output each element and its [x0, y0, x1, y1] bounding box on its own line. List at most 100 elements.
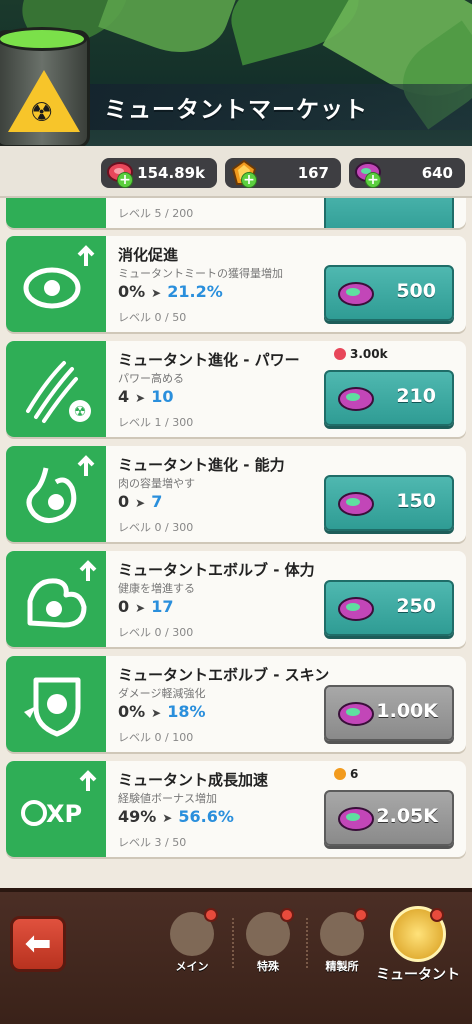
- nav-tab-special[interactable]: 特殊: [236, 906, 300, 992]
- mutant-meat-icon: [338, 807, 374, 831]
- upgrade-next-value: 18%: [167, 702, 206, 721]
- upgrade-buy-button[interactable]: [324, 198, 454, 228]
- upgrade-name: ミュータントエボルブ - 体力: [118, 561, 315, 579]
- upgrade-card: 消化促進 ミュータントミートの獲得量増加 0% ➤ 21.2% レベル 0 / 50…: [6, 236, 466, 332]
- arrow-right-icon: ➤: [151, 286, 162, 300]
- requirement-badge: 3.00k: [334, 347, 388, 361]
- upgrade-values: 49% ➤ 56.6%: [118, 807, 234, 826]
- svg-text:XP: XP: [46, 800, 82, 828]
- upgrade-cost: 210: [396, 385, 436, 407]
- nav-tab-label: メイン: [175, 960, 209, 973]
- upgrade-values: 0 ➤ 7: [118, 492, 162, 511]
- arrow-right-icon: ➤: [135, 391, 146, 405]
- upgrade-level: レベル 3 / 50: [118, 836, 187, 849]
- upgrade-values: 0 ➤ 17: [118, 597, 173, 616]
- nav-tab-refinery[interactable]: 精製所: [310, 906, 374, 992]
- back-button[interactable]: ⬅: [10, 916, 66, 972]
- arrow-right-icon: ➤: [135, 496, 146, 510]
- arrow-left-icon: ⬅: [24, 924, 52, 962]
- arrow-right-icon: ➤: [162, 811, 173, 825]
- upgrade-cost: 1.00K: [376, 700, 438, 722]
- upgrade-next-value: 21.2%: [167, 282, 223, 301]
- currency-meat[interactable]: + 154.89k: [101, 158, 217, 188]
- upgrade-current-value: 0: [118, 597, 130, 616]
- nav-tab-label: 特殊: [257, 960, 279, 973]
- upgrade-desc: パワー高める: [118, 372, 184, 385]
- upgrade-card-partial: レベル 5 / 200: [6, 198, 466, 228]
- requirement-badge: 6: [334, 767, 358, 781]
- upgrade-buy-button[interactable]: 2.05K: [324, 790, 454, 846]
- upgrade-current-value: 4: [118, 387, 130, 406]
- upgrade-desc: 肉の容量増やす: [118, 477, 195, 490]
- upgrade-cost: 150: [396, 490, 436, 512]
- upgrade-card: ミュータントエボルブ - 体力 健康を増進する 0 ➤ 17 レベル 0 / 300…: [6, 551, 466, 647]
- upgrade-desc: 健康を増進する: [118, 582, 195, 595]
- arrow-right-icon: ➤: [135, 601, 146, 615]
- notification-badge: [354, 908, 368, 922]
- mutant-meat-icon: [338, 702, 374, 726]
- upgrade-next-value: 10: [151, 387, 174, 406]
- nav-tab-mutant[interactable]: ミュータント: [376, 906, 460, 992]
- upgrade-buy-button[interactable]: 250: [324, 580, 454, 636]
- upgrade-name: ミュータントエボルブ - スキン: [118, 666, 330, 684]
- upgrade-card: ☢ 3.00k ミュータント進化 - パワー パワー高める 4 ➤ 10 レベル 1…: [6, 341, 466, 437]
- leaf-decoration: [98, 0, 242, 68]
- add-amber-icon[interactable]: +: [241, 172, 257, 188]
- upgrade-level: レベル 0 / 300: [118, 521, 194, 534]
- nav-tab-main[interactable]: メイン: [160, 906, 224, 992]
- divider: [306, 918, 308, 968]
- upgrade-current-value: 0: [118, 492, 130, 511]
- currency-meat-value: 154.89k: [137, 164, 205, 182]
- meat-icon: [334, 348, 346, 360]
- upgrade-cost: 500: [396, 280, 436, 302]
- claw-marks-icon: ☢: [26, 361, 91, 423]
- upgrade-current-value: 0%: [118, 282, 146, 301]
- amber-gem-icon: [334, 768, 346, 780]
- nav-tab-label: 精製所: [325, 960, 359, 973]
- currency-amber-value: 167: [297, 164, 329, 182]
- header: ☢ ミュータントマーケット: [0, 0, 472, 150]
- upgrade-level: レベル 0 / 50: [118, 311, 187, 324]
- upgrade-buy-button[interactable]: 1.00K: [324, 685, 454, 741]
- steak-up-icon: [23, 245, 95, 309]
- upgrade-next-value: 17: [151, 597, 174, 616]
- mutant-meat-icon: [338, 387, 374, 411]
- stomach-icon: [26, 455, 95, 523]
- upgrade-desc: ミュータントミートの獲得量増加: [118, 267, 283, 280]
- currency-bar: + 154.89k + 167 + 640: [0, 146, 472, 198]
- mutant-meat-icon: [338, 282, 374, 306]
- upgrade-values: 4 ➤ 10: [118, 387, 173, 406]
- currency-amber[interactable]: + 167: [225, 158, 341, 188]
- upgrade-buy-button[interactable]: 210: [324, 370, 454, 426]
- bottom-nav: ⬅ メイン 特殊 精製所 ミュータント: [0, 888, 472, 1024]
- upgrade-desc: 経験値ボーナス増加: [118, 792, 217, 805]
- notification-badge: [430, 908, 444, 922]
- flexed-arm-icon: [27, 560, 97, 628]
- mutant-meat-icon: [338, 597, 374, 621]
- upgrade-cost: 250: [396, 595, 436, 617]
- svg-text:☢: ☢: [74, 404, 87, 420]
- upgrade-buy-button[interactable]: 150: [324, 475, 454, 531]
- upgrade-desc: ダメージ軽減強化: [118, 687, 206, 700]
- upgrade-current-value: 0%: [118, 702, 146, 721]
- currency-mutant-meat[interactable]: + 640: [349, 158, 465, 188]
- shield-icon: [24, 677, 81, 737]
- upgrade-card: XP 6 ミュータント成長加速 経験値ボーナス増加 49% ➤ 56.6% レベル …: [6, 761, 466, 857]
- upgrade-list[interactable]: レベル 5 / 200 消化促進 ミュータントミートの獲得量増加 0% ➤ 21.2…: [0, 198, 472, 888]
- divider: [232, 918, 234, 968]
- upgrade-values: 0% ➤ 21.2%: [118, 282, 223, 301]
- upgrade-name: ミュータント進化 - 能力: [118, 456, 285, 474]
- upgrade-buy-button[interactable]: 500: [324, 265, 454, 321]
- mutant-meat-icon: [338, 492, 374, 516]
- nav-tab-label: ミュータント: [376, 967, 460, 983]
- upgrade-next-value: 7: [151, 492, 163, 511]
- arrow-right-icon: ➤: [151, 706, 162, 720]
- notification-badge: [280, 908, 294, 922]
- upgrade-level: レベル 0 / 100: [118, 731, 194, 744]
- upgrade-next-value: 56.6%: [178, 807, 234, 826]
- upgrade-cost: 2.05K: [376, 805, 438, 827]
- add-mutant-meat-icon[interactable]: +: [365, 172, 381, 188]
- page-title: ミュータントマーケット: [104, 97, 368, 123]
- add-meat-icon[interactable]: +: [117, 172, 133, 188]
- notification-badge: [204, 908, 218, 922]
